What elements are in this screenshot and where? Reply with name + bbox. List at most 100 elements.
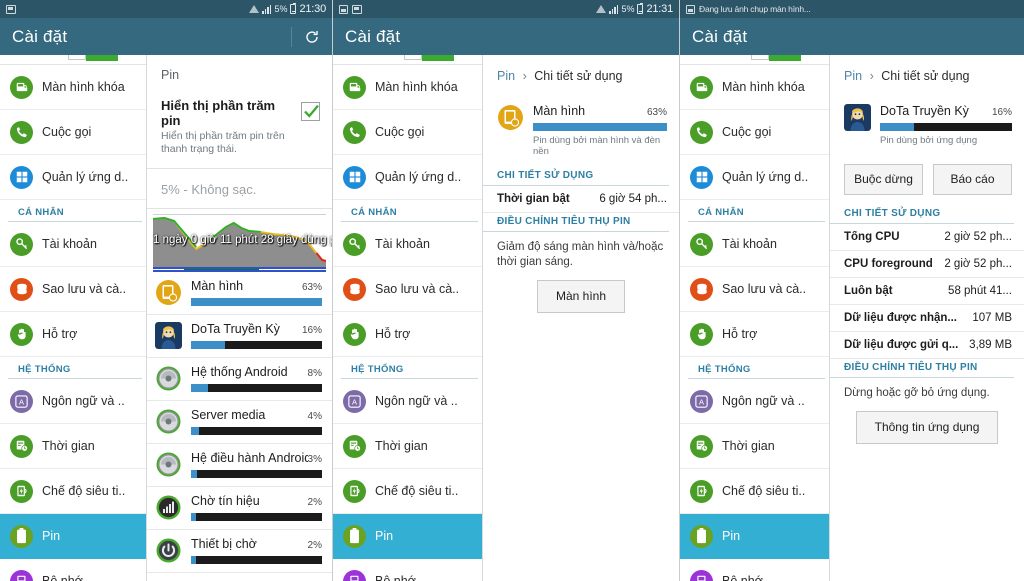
sidebar-item-phone[interactable]: Cuộc gọi	[0, 110, 146, 155]
toggle-switch-partial[interactable]	[68, 55, 118, 61]
display-settings-button[interactable]: Màn hình	[536, 279, 626, 313]
sidebar-item-label: Hỗ trợ	[42, 327, 78, 341]
battery-app-row[interactable]: Hệ điều hành Android 3%	[147, 444, 332, 488]
battery-app-row[interactable]: Màn hình 63%	[147, 272, 332, 316]
sidebar-item-label: Sao lưu và cà..	[42, 282, 127, 296]
sidebar-item-hand[interactable]: Hỗ trợ	[0, 312, 146, 357]
battery-app-row[interactable]: Server media 4%	[147, 401, 332, 445]
usage-progress-bar	[533, 123, 667, 131]
clipped-toggle-row	[680, 55, 829, 65]
sidebar-item-language[interactable]: A Ngôn ngữ và ..	[333, 379, 482, 424]
battery-app-list[interactable]: Màn hình 63% DoTa Truyền Kỳ 16% Hệ thống And…	[147, 272, 332, 574]
sidebar-item-ultrapower[interactable]: Chế độ siêu ti..	[0, 469, 146, 514]
settings-section-header: HỆ THỐNG	[341, 357, 478, 379]
sidebar-item-ultrapower[interactable]: Chế độ siêu ti..	[333, 469, 482, 514]
sidebar-item-battery[interactable]: Pin	[0, 514, 146, 559]
sidebar-item-key[interactable]: Tài khoản	[333, 222, 482, 267]
kv-key: Dữ liệu được gửi q...	[844, 339, 959, 351]
sidebar-item-battery[interactable]: Pin	[333, 514, 482, 559]
settings-sidebar-1[interactable]: Màn hình khóa Cuộc gọi Quản lý ứng d.. CÁ N…	[0, 55, 147, 581]
sidebar-item-lockscreen[interactable]: Màn hình khóa	[680, 65, 829, 110]
sidebar-item-label: Pin	[42, 529, 61, 543]
sidebar-item-apps-grid[interactable]: Quản lý ứng d..	[680, 155, 829, 200]
usage-app-name: DoTa Truyền Kỳ	[880, 104, 969, 118]
breadcrumb-parent[interactable]: Pin	[497, 69, 515, 83]
key-icon	[343, 232, 366, 256]
settings-sidebar-3[interactable]: Màn hình khóa Cuộc gọi Quản lý ứng d.. CÁ N…	[680, 55, 830, 581]
sidebar-item-label: Cuộc gọi	[42, 125, 92, 139]
status-bar: 5% 21:31	[333, 0, 679, 18]
sidebar-item-key[interactable]: Tài khoản	[0, 222, 146, 267]
screen-icon	[497, 104, 524, 131]
settings-section-header: CÁ NHÂN	[341, 200, 478, 222]
sidebar-item-language[interactable]: A Ngôn ngữ và ..	[680, 379, 829, 424]
usage-kv-row: Thời gian bật 6 giờ 54 ph...	[483, 186, 679, 213]
sidebar-item-clock[interactable]: Thời gian	[333, 424, 482, 469]
app-info-button[interactable]: Thông tin ứng dụng	[855, 410, 999, 444]
section-battery-adjust: ĐIỀU CHỈNH TIÊU THỤ PIN	[483, 213, 669, 232]
sidebar-item-storage[interactable]: Bộ nhớ	[680, 559, 829, 581]
graph-rule-blue-2	[153, 270, 326, 273]
sidebar-item-label: Tài khoản	[722, 237, 777, 251]
sidebar-item-apps-grid[interactable]: Quản lý ứng d..	[333, 155, 482, 200]
sidebar-item-lockscreen[interactable]: Màn hình khóa	[333, 65, 482, 110]
sidebar-item-apps-grid[interactable]: Quản lý ứng d..	[0, 155, 146, 200]
app-usage-kv-list: Tổng CPU 2 giờ 52 ph... CPU foreground 2 gi…	[830, 224, 1024, 359]
action-bar: Cài đặt	[333, 18, 679, 55]
settings-items-2: Màn hình khóa Cuộc gọi Quản lý ứng d.. CÁ N…	[333, 65, 482, 581]
sidebar-item-phone[interactable]: Cuộc gọi	[333, 110, 482, 155]
panel-usage-detail-screen: 5% 21:31 Cài đặt Màn hình khóa Cuộc gọi Qu…	[333, 0, 680, 581]
sidebar-item-clock[interactable]: Thời gian	[680, 424, 829, 469]
sidebar-item-hand[interactable]: Hỗ trợ	[333, 312, 482, 357]
sidebar-item-label: Pin	[375, 529, 394, 543]
sidebar-item-backup[interactable]: Sao lưu và cà..	[680, 267, 829, 312]
checkbox-show-percent[interactable]	[301, 102, 320, 121]
sidebar-item-ultrapower[interactable]: Chế độ siêu ti..	[680, 469, 829, 514]
sidebar-item-hand[interactable]: Hỗ trợ	[680, 312, 829, 357]
refresh-icon[interactable]	[304, 29, 320, 45]
battery-app-percent: 2%	[307, 540, 322, 552]
sidebar-item-battery[interactable]: Pin	[680, 514, 829, 559]
usage-subtitle: Pin dùng bởi màn hình và đèn nền	[533, 135, 661, 157]
phone-icon	[10, 120, 33, 144]
usage-progress-bar	[880, 123, 1012, 131]
sidebar-item-backup[interactable]: Sao lưu và cà..	[0, 267, 146, 312]
sidebar-item-label: Tài khoản	[42, 237, 97, 251]
clipped-toggle-row	[0, 55, 146, 65]
battery-percent-label: 5%	[621, 4, 635, 14]
signal-icon	[609, 4, 619, 14]
sidebar-item-label: Pin	[722, 529, 741, 543]
usage-subtitle: Pin dùng bởi ứng dụng	[880, 135, 978, 146]
show-battery-percent-pref[interactable]: Hiển thị phần trăm pin Hiển thị phần tră…	[147, 94, 332, 170]
battery-app-percent: 4%	[307, 411, 322, 423]
sidebar-item-backup[interactable]: Sao lưu và cà..	[333, 267, 482, 312]
hand-icon	[690, 322, 713, 346]
settings-sidebar-2[interactable]: Màn hình khóa Cuộc gọi Quản lý ứng d.. CÁ N…	[333, 55, 483, 581]
battery-app-bar	[191, 384, 322, 393]
breadcrumb-parent[interactable]: Pin	[844, 69, 862, 83]
battery-app-row[interactable]: Chờ tín hiệu 2%	[147, 487, 332, 531]
android-icon	[155, 365, 182, 392]
battery-app-row[interactable]: Thiết bị chờ 2%	[147, 530, 332, 574]
report-button[interactable]: Báo cáo	[933, 164, 1012, 195]
battery-icon	[343, 524, 366, 548]
panel-content: Màn hình khóa Cuộc gọi Quản lý ứng d.. CÁ N…	[333, 55, 679, 581]
toggle-switch-partial[interactable]	[404, 55, 454, 61]
battery-app-percent: 2%	[307, 497, 322, 509]
sidebar-item-lockscreen[interactable]: Màn hình khóa	[0, 65, 146, 110]
sidebar-item-key[interactable]: Tài khoản	[680, 222, 829, 267]
battery-app-percent: 3%	[307, 454, 322, 466]
battery-icon	[290, 2, 297, 14]
ultrapower-icon	[690, 479, 713, 503]
toggle-switch-partial[interactable]	[751, 55, 801, 61]
battery-app-row[interactable]: Hệ thống Android 8%	[147, 358, 332, 402]
sidebar-item-storage[interactable]: Bộ nhớ	[333, 559, 482, 581]
page-title: Cài đặt	[12, 26, 68, 46]
sidebar-item-language[interactable]: A Ngôn ngữ và ..	[0, 379, 146, 424]
sidebar-item-phone[interactable]: Cuộc gọi	[680, 110, 829, 155]
force-stop-button[interactable]: Buộc dừng	[844, 164, 923, 195]
battery-app-row[interactable]: DoTa Truyền Kỳ 16%	[147, 315, 332, 359]
sidebar-item-clock[interactable]: Thời gian	[0, 424, 146, 469]
sidebar-item-storage[interactable]: Bộ nhớ	[0, 559, 146, 581]
app-action-buttons: Buộc dừng Báo cáo	[830, 156, 1024, 205]
